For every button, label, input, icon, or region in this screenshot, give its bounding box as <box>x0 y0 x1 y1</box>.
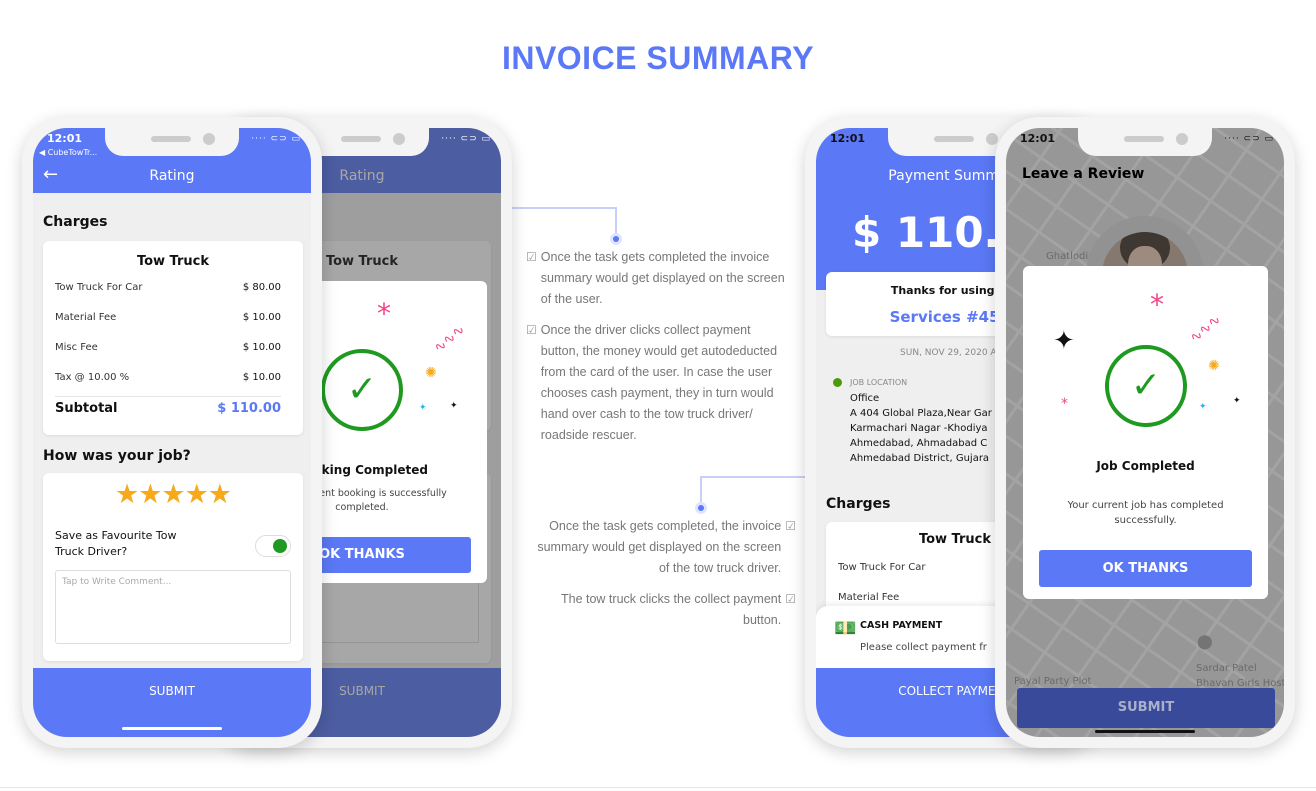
charge-row: Tax @ 10.00 % $ 10.00 <box>55 372 281 383</box>
address-line: Ahmedabad District, Gujara <box>850 453 990 464</box>
page-title: INVOICE SUMMARY <box>501 40 815 76</box>
header-title: Rating <box>149 168 195 184</box>
charge-label: Tow Truck For Car <box>55 282 143 293</box>
charges-title: Charges <box>43 214 108 230</box>
charge-value: $ 10.00 <box>242 372 281 383</box>
location-name: Office <box>850 393 880 404</box>
cash-icon: 💵 <box>834 618 857 639</box>
sparkle-icon: ✦ <box>1199 402 1207 412</box>
phone-rating: 12:01 ◀ CubeTowTr... ···· ⊂⊃ ▭ ← Rating … <box>22 117 322 748</box>
squiggle-icon: ∿∿∿ <box>430 321 469 357</box>
connector-line <box>701 476 805 478</box>
sparkle-icon: ✦ <box>419 403 427 413</box>
cash-text: Please collect payment fr <box>860 642 987 653</box>
connector-dot <box>695 502 707 514</box>
modal-text: Your current job has completed successfu… <box>1067 500 1224 526</box>
status-time: 12:01 <box>1020 132 1056 145</box>
note: Once the driver clicks collect payment b… <box>540 323 778 442</box>
charge-row: Tow Truck For Car $ 80.00 <box>55 282 281 293</box>
charge-value: $ 10.00 <box>242 312 281 323</box>
subtotal-row: Subtotal $ 110.00 <box>55 401 281 416</box>
charge-value: $ 10.00 <box>242 342 281 353</box>
charge-label: Material Fee <box>55 312 117 323</box>
connector-line <box>512 207 617 209</box>
phone-leave-review: Ghatlodia Payal Party Plot Sardar Patel … <box>995 117 1295 748</box>
job-address: Office A 404 Global Plaza,Near Gar Karma… <box>850 391 992 466</box>
ok-thanks-button[interactable]: OK THANKS <box>1039 550 1252 587</box>
charges-card: Tow Truck Tow Truck For Car $ 80.00 Mater… <box>43 241 303 435</box>
status-time: 12:01 <box>47 132 83 145</box>
job-completed-modal: * ✦ ∿∿∿ ✺ * ✦ ✦ ✓ Job Completed Your cur… <box>1023 266 1268 599</box>
home-indicator <box>1095 730 1195 733</box>
location-dot-icon <box>833 378 842 387</box>
status-icons: ···· ⊂⊃ ▭ <box>441 134 491 144</box>
favourite-label: Save as Favourite Tow Truck Driver? <box>55 529 177 558</box>
check-circle-icon: ☑ <box>785 592 796 606</box>
comment-input[interactable]: Tap to Write Comment... <box>55 570 291 644</box>
favourite-toggle[interactable] <box>255 535 291 557</box>
sparkle-icon: ✺ <box>1208 358 1220 374</box>
home-indicator <box>122 727 222 730</box>
subtotal-value: $ 110.00 <box>217 401 281 416</box>
connector-line <box>700 476 702 504</box>
charges-title: Charges <box>826 496 891 512</box>
charge-label: Misc Fee <box>55 342 98 353</box>
sparkle-icon: ✺ <box>425 365 437 381</box>
check-circle-icon: ☑ <box>526 323 537 337</box>
asterisk-icon: * <box>1150 288 1164 321</box>
star-rating[interactable]: ★★★★★ <box>43 479 303 510</box>
note: The tow truck clicks the collect payment… <box>561 592 782 627</box>
rating-card: ★★★★★ Save as Favourite Tow Truck Driver… <box>43 473 303 661</box>
location-label: JOB LOCATION <box>850 378 908 387</box>
charge-label: Tax @ 10.00 % <box>55 372 130 383</box>
check-circle-icon: ☑ <box>526 250 537 264</box>
status-time: 12:01 <box>830 132 866 145</box>
user-notes: ☑ Once the task gets completed the invoic… <box>522 247 792 446</box>
sparkle-icon: ✦ <box>1053 326 1075 356</box>
check-circle-icon: ☑ <box>785 519 796 533</box>
note: Once the task gets completed, the invoic… <box>537 519 782 575</box>
check-circle-icon: ✓ <box>321 349 403 431</box>
address-line: Karmachari Nagar -Khodiya <box>850 423 988 434</box>
subtotal-label: Subtotal <box>55 401 118 416</box>
note: Once the task gets completed the invoice… <box>540 250 785 306</box>
back-to-app-link[interactable]: ◀ CubeTowTr... <box>39 148 97 157</box>
sparkle-icon: ✦ <box>450 401 458 411</box>
check-circle-icon: ✓ <box>1105 345 1187 427</box>
card-title: Tow Truck <box>136 254 210 269</box>
rating-title: How was your job? <box>43 448 191 464</box>
asterisk-icon: * <box>377 297 391 330</box>
squiggle-icon: ∿∿∿ <box>1186 311 1225 347</box>
submit-button[interactable]: SUBMIT <box>1017 688 1275 728</box>
status-icons: ···· ⊂⊃ ▭ <box>251 134 301 144</box>
connector-line <box>615 207 617 235</box>
charge-row: Misc Fee $ 10.00 <box>55 342 281 353</box>
address-line: A 404 Global Plaza,Near Gar <box>850 408 992 419</box>
cash-title: CASH PAYMENT <box>860 620 943 631</box>
asterisk-icon: * <box>1061 396 1068 412</box>
header-title: Leave a Review <box>1022 166 1145 182</box>
status-icons: ···· ⊂⊃ ▭ <box>1224 134 1274 144</box>
modal-title: Job Completed <box>1096 459 1195 473</box>
divider <box>0 787 1316 788</box>
driver-notes: Once the task gets completed, the invoic… <box>525 516 800 631</box>
charge-value: $ 80.00 <box>242 282 281 293</box>
address-line: Ahmedabad, Ahmadabad C <box>850 438 988 449</box>
sparkle-icon: ✦ <box>1233 396 1241 406</box>
connector-dot <box>610 233 622 245</box>
charge-row: Material Fee $ 10.00 <box>55 312 281 323</box>
